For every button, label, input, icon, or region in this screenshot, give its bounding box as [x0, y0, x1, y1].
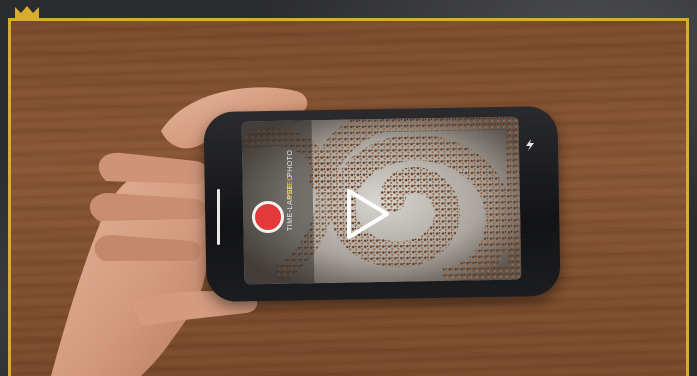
zoom-indicator: [217, 189, 220, 245]
mode-label-video[interactable]: VIDEO: [287, 175, 294, 199]
record-button[interactable]: [252, 201, 284, 233]
play-button[interactable]: [341, 187, 393, 241]
mode-label-photo[interactable]: PHOTO: [287, 150, 294, 177]
flash-icon[interactable]: [525, 139, 535, 151]
video-player[interactable]: TIME-LAPSE VIDEO PHOTO: [11, 21, 686, 376]
